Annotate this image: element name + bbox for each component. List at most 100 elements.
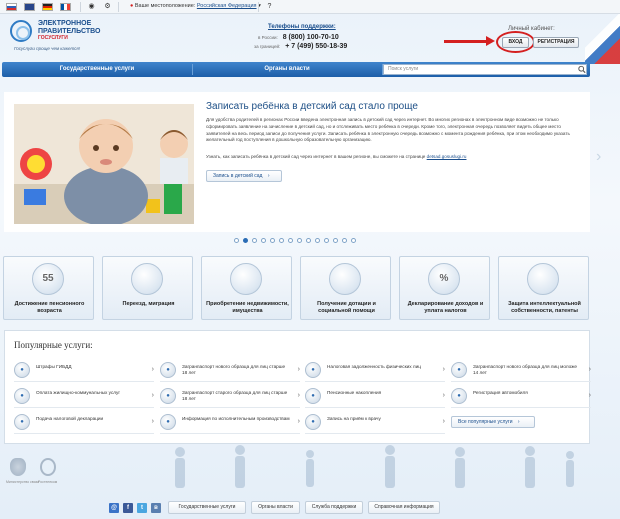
slider-dot[interactable] (270, 238, 275, 243)
divider (305, 433, 445, 434)
social-vk-icon[interactable]: в (151, 503, 161, 513)
slider-dot[interactable] (306, 238, 311, 243)
banner-children-photo[interactable] (14, 104, 194, 224)
life-situation-tile[interactable]: 55 Достижение пенсионного возраста (3, 256, 94, 320)
slider-dot[interactable] (297, 238, 302, 243)
coat-of-arms-icon[interactable] (10, 458, 26, 476)
slider-dot[interactable] (333, 238, 338, 243)
slider-dot[interactable] (243, 238, 248, 243)
pension-savings-icon: ● (305, 388, 321, 404)
top-utility-bar: ◉ ⚙ ● Ваше местоположение: Российская Фе… (0, 0, 620, 14)
life-situation-tile[interactable]: Переезд, миграция (102, 256, 193, 320)
tile-label: Переезд, миграция (122, 301, 175, 307)
nav-item-authorities[interactable]: Органы власти (192, 62, 382, 77)
popular-service-item[interactable]: ● Подача налоговой декларации › (14, 412, 154, 434)
settings-icon[interactable]: ⚙ (102, 2, 113, 12)
slider-dot[interactable] (234, 238, 239, 243)
help-icon[interactable]: ? (264, 2, 275, 12)
popular-service-item[interactable]: ● Загранпаспорт старого образца для лиц с… (160, 386, 300, 408)
divider (305, 407, 445, 408)
footer-link[interactable]: Органы власти (251, 501, 300, 514)
logo-line2: ПРАВИТЕЛЬСТВО (38, 27, 101, 35)
life-situation-tile[interactable]: Приобретение недвижимости, имущества (201, 256, 292, 320)
tile-label: Декларирование доходов и уплата налогов (407, 301, 484, 314)
life-situation-tiles: 55 Достижение пенсионного возраста Переезд… (3, 256, 591, 322)
popular-service-item[interactable]: ● Загранпаспорт нового образца для лиц ст… (160, 360, 300, 382)
russian-flag-icon[interactable] (6, 3, 17, 11)
support-phone-label: в России: (258, 35, 278, 40)
popular-service-item[interactable]: ● Загранпаспорт нового образца для лиц мо… (451, 360, 591, 382)
footer-link[interactable]: Справочная информация (368, 501, 440, 514)
tile-label: Приобретение недвижимости, имущества (206, 301, 289, 314)
tile-label: Получение дотации и социальной помощи (317, 301, 376, 314)
visually-impaired-icon[interactable]: ◉ (86, 2, 97, 12)
slider-dot[interactable] (252, 238, 257, 243)
divider (305, 381, 445, 382)
slider-dot[interactable] (279, 238, 284, 243)
chevron-right-icon: › (588, 366, 591, 373)
popular-service-item[interactable]: ● Штрафы ГИБДД › (14, 360, 154, 382)
popular-service-item[interactable]: ● Оплата жилищно-коммунальных услуг › (14, 386, 154, 408)
slider-dot[interactable] (351, 238, 356, 243)
social-twitter-icon[interactable]: t (137, 503, 147, 513)
doctor-icon: ● (305, 414, 321, 430)
banner-detsad-link[interactable]: detsad.gosuslugi.ru (427, 154, 467, 159)
all-popular-services-button[interactable]: Все популярные услуги › (451, 416, 535, 428)
car-icon: ● (451, 388, 467, 404)
social-mail-icon[interactable]: @ (109, 503, 119, 513)
life-situation-tile[interactable]: % Декларирование доходов и уплата налогов (399, 256, 490, 320)
location-city[interactable]: Российская Федерация (197, 3, 257, 9)
popular-service-item[interactable]: ● Регистрация автомобиля › (451, 386, 591, 408)
divider (160, 381, 300, 382)
german-flag-icon[interactable] (42, 3, 53, 11)
logo-slogan: Госуслуги проще чем кажется! (14, 46, 81, 51)
logo-line3: ГОСУСЛУГИ (38, 35, 68, 41)
annotation-arrow (444, 40, 488, 43)
slider-dot[interactable] (342, 238, 347, 243)
french-flag-icon[interactable] (60, 3, 71, 11)
life-situation-tile[interactable]: Получение дотации и социальной помощи (300, 256, 391, 320)
pension-icon: 55 (32, 263, 64, 295)
support-phone-number: 8 (800) 100-70-10 (282, 34, 339, 41)
popular-service-item[interactable]: ● Информация по исполнительным производст… (160, 412, 300, 434)
popular-service-item[interactable]: ● Налоговая задолженность физических лиц › (305, 360, 445, 382)
support-title[interactable]: Телефоны поддержки: (268, 24, 336, 30)
footer-link[interactable]: Государственные услуги (168, 501, 246, 514)
decorative-people-silhouettes (175, 445, 574, 488)
slider-dot[interactable] (288, 238, 293, 243)
decorative-flag-ribbon (585, 14, 620, 64)
divider (14, 433, 154, 434)
slider-dot[interactable] (261, 238, 266, 243)
banner-title[interactable]: Записать ребёнка в детский сад стало про… (206, 101, 418, 112)
location-label: Ваше местоположение: (134, 3, 196, 9)
passport-child-icon: ● (451, 362, 467, 378)
social-facebook-icon[interactable]: f (123, 503, 133, 513)
chevron-right-icon: › (151, 366, 154, 373)
logo-text[interactable]: ЭЛЕКТРОННОЕ ПРАВИТЕЛЬСТВО ГОСУСЛУГИ (38, 20, 100, 43)
divider (160, 407, 300, 408)
logo-emblem-icon[interactable] (10, 20, 32, 42)
search-icon[interactable] (578, 65, 586, 74)
chevron-right-icon: › (517, 419, 520, 425)
kindergarten-enroll-button[interactable]: Запись в детский сад › (206, 170, 282, 182)
banner-next-arrow-icon[interactable]: › (596, 148, 601, 166)
rostelecom-logo-icon[interactable] (40, 458, 56, 476)
banner-description: Для удобства родителей в регионах России… (206, 117, 570, 143)
house-icon (230, 263, 262, 295)
slider-dot[interactable] (324, 238, 329, 243)
popular-services-title: Популярные услуги: (14, 340, 93, 350)
english-flag-icon[interactable] (24, 3, 35, 11)
chevron-right-icon: › (588, 392, 591, 399)
nav-item-services[interactable]: Государственные услуги (2, 62, 192, 77)
location-selector[interactable]: ● Ваше местоположение: Российская Федера… (130, 3, 261, 9)
popular-service-item[interactable]: ● Запись на приём к врачу › (305, 412, 445, 434)
popular-service-label: Загранпаспорт нового образца для лиц ста… (182, 364, 286, 375)
popular-service-label: Запись на приём к врачу (327, 416, 381, 421)
search-input[interactable]: Поиск услуги (383, 64, 587, 75)
footer-link[interactable]: Служба поддержки (305, 501, 363, 514)
slider-dot[interactable] (315, 238, 320, 243)
popular-service-item[interactable]: ● Пенсионные накопления › (305, 386, 445, 408)
register-button[interactable]: РЕГИСТРАЦИЯ (533, 37, 579, 48)
life-situation-tile[interactable]: Защита интеллектуальной собственности, п… (498, 256, 589, 320)
support-phone-label: за границей: (254, 44, 281, 49)
